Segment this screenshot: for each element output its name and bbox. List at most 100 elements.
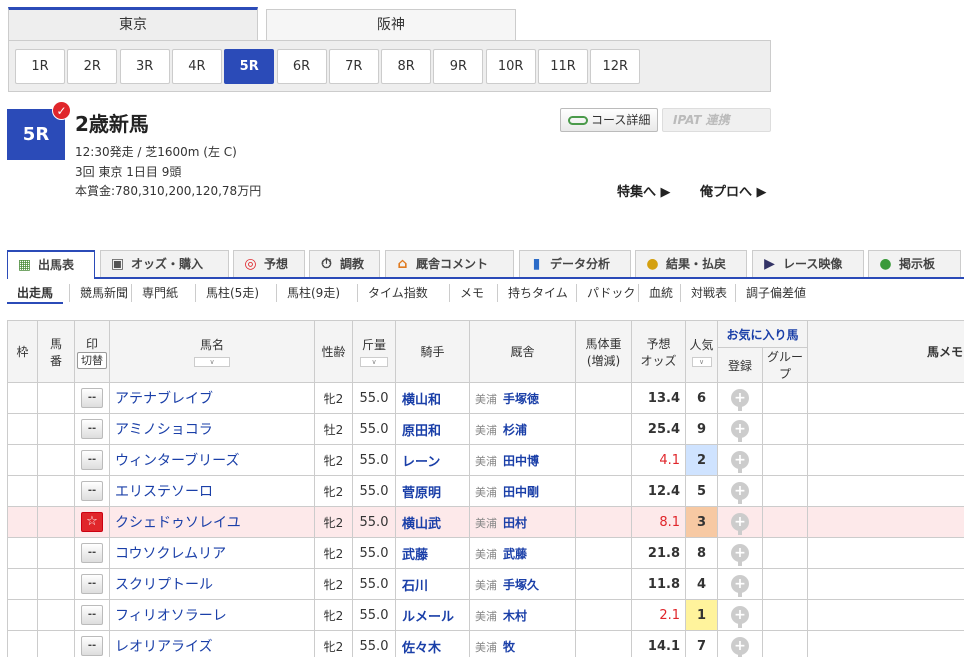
race-button-2r[interactable]: 2R bbox=[67, 49, 118, 84]
memo-cell[interactable] bbox=[807, 382, 964, 414]
race-button-1r[interactable]: 1R bbox=[15, 49, 65, 84]
memo-cell[interactable] bbox=[807, 506, 964, 538]
jockey-link[interactable]: ルメール bbox=[395, 599, 470, 631]
jockey-link[interactable]: 横山和 bbox=[395, 382, 470, 414]
memo-cell[interactable] bbox=[807, 444, 964, 476]
trainer-link[interactable]: 牧 bbox=[503, 640, 515, 654]
trainer-link[interactable]: 手塚久 bbox=[503, 578, 539, 592]
horse-name-link[interactable]: レオリアライズ bbox=[109, 630, 315, 657]
mark-select[interactable]: ☆ bbox=[81, 512, 103, 532]
mark-select[interactable]: -- bbox=[81, 543, 103, 563]
course-detail-button[interactable]: コース詳細 bbox=[560, 108, 658, 132]
jockey-link[interactable]: 原田和 bbox=[395, 413, 470, 445]
add-favorite-icon[interactable]: + bbox=[731, 637, 749, 657]
horse-name-link[interactable]: アテナブレイブ bbox=[109, 382, 315, 414]
sub-tab-9[interactable]: 血統 bbox=[638, 284, 683, 302]
ipat-link-button[interactable]: IPAT 連携 bbox=[662, 108, 771, 132]
tab-results[interactable]: ● 結果・払戻 bbox=[635, 250, 747, 277]
memo-cell[interactable] bbox=[807, 413, 964, 445]
trainer-link[interactable]: 木村 bbox=[503, 609, 527, 623]
race-button-4r[interactable]: 4R bbox=[171, 49, 222, 84]
venue-tab-hanshin[interactable]: 阪神 bbox=[266, 9, 516, 41]
horse-name-link[interactable]: ウィンターブリーズ bbox=[109, 444, 315, 476]
special-feature-link[interactable]: 特集へ ▶ bbox=[617, 181, 671, 200]
race-button-7r[interactable]: 7R bbox=[328, 49, 379, 84]
tab-shutsuba[interactable]: ▦ 出馬表 bbox=[7, 250, 95, 279]
trainer-link[interactable]: 杉浦 bbox=[503, 423, 527, 437]
memo-cell[interactable] bbox=[807, 537, 964, 569]
trainer-link[interactable]: 武藤 bbox=[503, 547, 527, 561]
race-button-3r[interactable]: 3R bbox=[119, 49, 170, 84]
add-favorite-icon[interactable]: + bbox=[731, 606, 749, 628]
jockey-link[interactable]: 佐々木 bbox=[395, 630, 470, 657]
trainer-link[interactable]: 田中博 bbox=[503, 454, 539, 468]
tab-prediction[interactable]: ◎ 予想 bbox=[233, 250, 305, 277]
mark-select[interactable]: -- bbox=[81, 481, 103, 501]
chevron-down-icon[interactable]: ∨ bbox=[691, 357, 712, 367]
memo-cell[interactable] bbox=[807, 630, 964, 657]
mark-select[interactable]: -- bbox=[81, 419, 103, 439]
sub-tab-1[interactable]: 競馬新聞 bbox=[69, 284, 138, 302]
memo-cell[interactable] bbox=[807, 599, 964, 631]
add-favorite-icon[interactable]: + bbox=[731, 420, 749, 442]
chevron-down-icon[interactable]: ∨ bbox=[360, 357, 388, 367]
jockey-link[interactable]: 石川 bbox=[395, 568, 470, 600]
add-favorite-icon[interactable]: + bbox=[731, 575, 749, 597]
horse-name-link[interactable]: エリステソーロ bbox=[109, 475, 315, 507]
tab-data-analysis[interactable]: ▮ データ分析 bbox=[519, 250, 631, 277]
add-favorite-icon[interactable]: + bbox=[731, 389, 749, 411]
sub-tab-8[interactable]: パドック bbox=[576, 284, 645, 302]
sub-tab-2[interactable]: 専門紙 bbox=[131, 284, 188, 302]
horse-name-link[interactable]: スクリプトール bbox=[109, 568, 315, 600]
jockey-link[interactable]: 武藤 bbox=[395, 537, 470, 569]
mark-toggle-button[interactable]: 切替 bbox=[77, 351, 107, 369]
memo-cell[interactable] bbox=[807, 568, 964, 600]
trainer-link[interactable]: 手塚徳 bbox=[503, 392, 539, 406]
race-button-5r[interactable]: 5R bbox=[224, 49, 275, 84]
horse-name-link[interactable]: フィリオソラーレ bbox=[109, 599, 315, 631]
jockey-link[interactable]: 横山武 bbox=[395, 506, 470, 538]
race-button-11r[interactable]: 11R bbox=[538, 49, 588, 84]
sub-tab-0[interactable]: 出走馬 bbox=[7, 284, 64, 304]
add-favorite-icon[interactable]: + bbox=[731, 482, 749, 504]
sub-tab-7[interactable]: 持ちタイム bbox=[497, 284, 578, 302]
race-button-8r[interactable]: 8R bbox=[381, 49, 432, 84]
sub-tab-10[interactable]: 対戦表 bbox=[680, 284, 737, 302]
tab-bulletin-board[interactable]: ● 掲示板 bbox=[868, 250, 961, 277]
mark-select[interactable]: -- bbox=[81, 450, 103, 470]
trainer-link[interactable]: 田中剛 bbox=[503, 485, 539, 499]
sub-tab-11[interactable]: 調子偏差値 bbox=[735, 284, 816, 302]
mark-select[interactable]: -- bbox=[81, 636, 103, 656]
col-horse[interactable]: 馬名 ∨ bbox=[109, 320, 315, 383]
tab-stable-comment[interactable]: ⌂ 厩舎コメント bbox=[385, 250, 514, 277]
add-favorite-icon[interactable]: + bbox=[731, 451, 749, 473]
sub-tab-4[interactable]: 馬柱(9走) bbox=[276, 284, 350, 302]
race-button-6r[interactable]: 6R bbox=[276, 49, 327, 84]
mark-select[interactable]: -- bbox=[81, 388, 103, 408]
trainer-link[interactable]: 田村 bbox=[503, 516, 527, 530]
race-button-9r[interactable]: 9R bbox=[433, 49, 484, 84]
chevron-down-icon[interactable]: ∨ bbox=[194, 357, 230, 367]
horse-name-link[interactable]: コウソクレムリア bbox=[109, 537, 315, 569]
add-favorite-icon[interactable]: + bbox=[731, 513, 749, 535]
ore-pro-link[interactable]: 俺プロへ ▶ bbox=[700, 181, 767, 200]
col-popularity[interactable]: 人気 ∨ bbox=[685, 320, 718, 383]
add-favorite-icon[interactable]: + bbox=[731, 544, 749, 566]
tab-race-video[interactable]: ▶ レース映像 bbox=[752, 250, 864, 277]
col-weight[interactable]: 斤量 ∨ bbox=[352, 320, 396, 383]
mark-select[interactable]: -- bbox=[81, 574, 103, 594]
jockey-link[interactable]: 菅原明 bbox=[395, 475, 470, 507]
tab-odds[interactable]: ▣ オッズ・購入 bbox=[100, 250, 229, 277]
jockey-link[interactable]: レーン bbox=[395, 444, 470, 476]
sub-tab-5[interactable]: タイム指数 bbox=[357, 284, 438, 302]
venue-tab-tokyo[interactable]: 東京 bbox=[8, 7, 258, 41]
tab-training[interactable]: ⏱ 調教 bbox=[309, 250, 380, 277]
mark-select[interactable]: -- bbox=[81, 605, 103, 625]
sub-tab-6[interactable]: メモ bbox=[449, 284, 494, 302]
memo-cell[interactable] bbox=[807, 475, 964, 507]
race-button-10r[interactable]: 10R bbox=[485, 49, 536, 84]
race-button-12r[interactable]: 12R bbox=[590, 49, 641, 84]
horse-name-link[interactable]: アミノショコラ bbox=[109, 413, 315, 445]
horse-name-link[interactable]: クシェドゥソレイユ bbox=[109, 506, 315, 538]
sub-tab-3[interactable]: 馬柱(5走) bbox=[195, 284, 269, 302]
